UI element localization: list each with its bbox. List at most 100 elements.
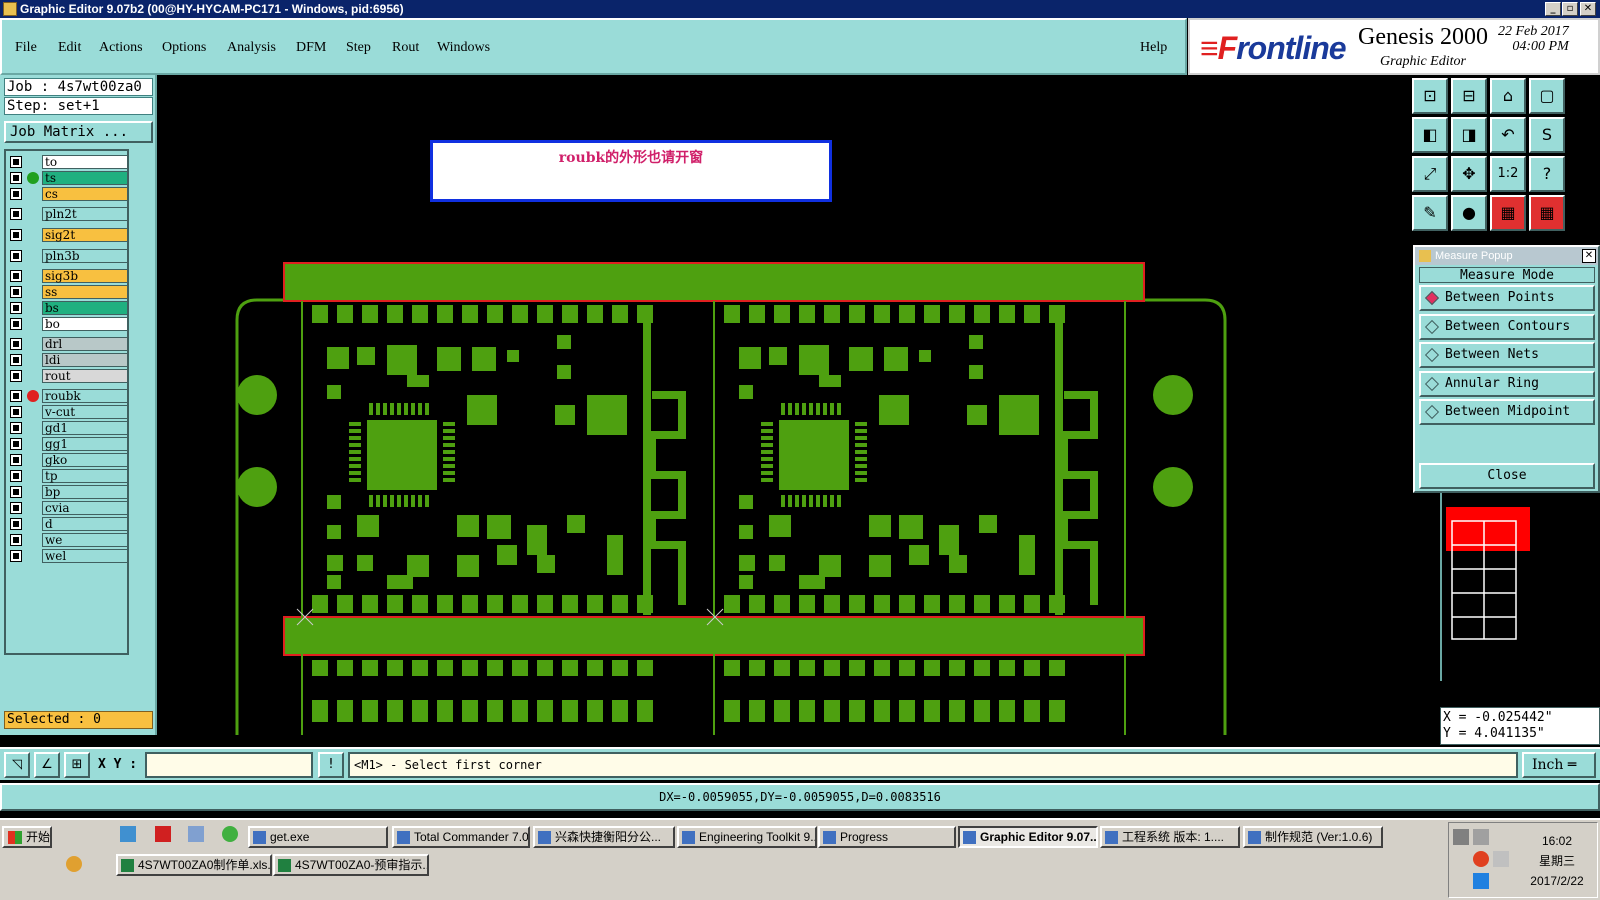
layer-row-pln2t[interactable]: pln2t bbox=[8, 207, 128, 221]
close-button[interactable]: ✕ bbox=[1580, 2, 1596, 16]
measure-popup-close-icon[interactable]: ✕ bbox=[1582, 249, 1596, 263]
pan-left-icon[interactable]: ◧ bbox=[1412, 117, 1448, 153]
taskbar-item[interactable]: 兴森快捷衡阳分公... bbox=[533, 826, 675, 848]
layer-row-ldi[interactable]: ldi bbox=[8, 353, 128, 367]
menu-step[interactable]: Step bbox=[346, 40, 371, 56]
layer-row-cvia[interactable]: cvia bbox=[8, 501, 128, 515]
window-icon[interactable]: ▢ bbox=[1529, 78, 1565, 114]
menu-actions[interactable]: Actions bbox=[99, 40, 143, 56]
layer-name[interactable]: sig3b bbox=[42, 269, 128, 283]
layer-checkbox[interactable] bbox=[10, 354, 22, 366]
tray-printer-icon[interactable] bbox=[1453, 829, 1469, 845]
menu-rout[interactable]: Rout bbox=[392, 40, 419, 56]
measure-popup-title[interactable]: Measure Popup bbox=[1415, 247, 1598, 265]
zoom-out-icon[interactable]: ⊟ bbox=[1451, 78, 1487, 114]
measure-close-button[interactable]: Close bbox=[1419, 463, 1595, 489]
layer-checkbox[interactable] bbox=[10, 302, 22, 314]
units-selector[interactable]: Inch ═ bbox=[1522, 752, 1596, 778]
quicklaunch-app-icon[interactable] bbox=[66, 856, 82, 872]
taskbar-item[interactable]: Progress bbox=[818, 826, 956, 848]
snap-mode-icon[interactable]: ◹ bbox=[4, 752, 30, 778]
quicklaunch-calc-icon[interactable] bbox=[188, 826, 204, 842]
layer-checkbox[interactable] bbox=[10, 518, 22, 530]
warning-button[interactable]: ! bbox=[318, 752, 344, 778]
layer-name[interactable]: bo bbox=[42, 317, 128, 331]
grid-icon[interactable]: ⊞ bbox=[64, 752, 90, 778]
quicklaunch-pdf-icon[interactable] bbox=[155, 826, 171, 842]
layer-checkbox[interactable] bbox=[10, 550, 22, 562]
layer-row-ts[interactable]: ts bbox=[8, 171, 128, 185]
menu-file[interactable]: File bbox=[15, 40, 37, 56]
center-icon[interactable]: ✥ bbox=[1451, 156, 1487, 192]
layer-row-gg1[interactable]: gg1 bbox=[8, 437, 128, 451]
taskbar-item[interactable]: 4S7WT00ZA0-预审指示... bbox=[273, 854, 429, 876]
layer-name[interactable]: bs bbox=[42, 301, 128, 315]
taskbar-item[interactable]: 4S7WT00ZA0制作单.xls... bbox=[116, 854, 272, 876]
layer-name[interactable]: ldi bbox=[42, 353, 128, 367]
layer-checkbox[interactable] bbox=[10, 486, 22, 498]
menu-options[interactable]: Options bbox=[162, 40, 206, 56]
measure-option[interactable]: Annular Ring bbox=[1419, 370, 1595, 397]
layer-name[interactable]: gko bbox=[42, 453, 128, 467]
layer-row-cs[interactable]: cs bbox=[8, 187, 128, 201]
quicklaunch-browser-icon[interactable] bbox=[222, 826, 238, 842]
layer-name[interactable]: v-cut bbox=[42, 405, 128, 419]
layer-name[interactable]: gg1 bbox=[42, 437, 128, 451]
job-matrix-button[interactable]: Job Matrix ... bbox=[4, 121, 153, 143]
minimize-button[interactable]: _ bbox=[1545, 2, 1561, 16]
layer-name[interactable]: tp bbox=[42, 469, 128, 483]
start-button[interactable]: 开始 bbox=[2, 826, 52, 848]
layer-name[interactable]: bp bbox=[42, 485, 128, 499]
layer-name[interactable]: roubk bbox=[42, 389, 128, 403]
layer-checkbox[interactable] bbox=[10, 534, 22, 546]
layer-row-wel[interactable]: wel bbox=[8, 549, 128, 563]
menu-analysis[interactable]: Analysis bbox=[227, 40, 276, 56]
layer-checkbox[interactable] bbox=[10, 422, 22, 434]
taskbar-item[interactable]: Graphic Editor 9.07... bbox=[958, 826, 1098, 848]
layer-name[interactable]: pln3b bbox=[42, 249, 128, 263]
tray-volume-icon[interactable] bbox=[1493, 851, 1509, 867]
layer-checkbox[interactable] bbox=[10, 454, 22, 466]
menu-edit[interactable]: Edit bbox=[58, 40, 81, 56]
layer-name[interactable]: we bbox=[42, 533, 128, 547]
zoom-in-icon[interactable]: ⊡ bbox=[1412, 78, 1448, 114]
measure-option[interactable]: Between Points bbox=[1419, 285, 1595, 311]
layer-checkbox[interactable] bbox=[10, 229, 22, 241]
undo-icon[interactable]: ↶ bbox=[1490, 117, 1526, 153]
taskbar-item[interactable]: get.exe bbox=[248, 826, 388, 848]
home-icon[interactable]: ⌂ bbox=[1490, 78, 1526, 114]
tray-app-icon[interactable] bbox=[1473, 851, 1489, 867]
taskbar-item[interactable]: 工程系统 版本: 1.... bbox=[1100, 826, 1240, 848]
scale-icon[interactable]: 1:2 bbox=[1490, 156, 1526, 192]
layer-name[interactable]: ss bbox=[42, 285, 128, 299]
layer-row-bp[interactable]: bp bbox=[8, 485, 128, 499]
measure-icon[interactable]: ✎ bbox=[1412, 195, 1448, 231]
measure-option[interactable]: Between Midpoint bbox=[1419, 399, 1595, 425]
layer-name[interactable]: gd1 bbox=[42, 421, 128, 435]
layer-checkbox[interactable] bbox=[10, 172, 22, 184]
layers-icon[interactable]: ▦ bbox=[1490, 195, 1526, 231]
layer-checkbox[interactable] bbox=[10, 502, 22, 514]
layer-checkbox[interactable] bbox=[10, 270, 22, 282]
quicklaunch-network-icon[interactable] bbox=[120, 826, 136, 842]
layer-checkbox[interactable] bbox=[10, 370, 22, 382]
snap-icon[interactable]: ● bbox=[1451, 195, 1487, 231]
layer-checkbox[interactable] bbox=[10, 338, 22, 350]
menu-dfm[interactable]: DFM bbox=[296, 40, 326, 56]
layer-row-gko[interactable]: gko bbox=[8, 453, 128, 467]
layer-row-gd1[interactable]: gd1 bbox=[8, 421, 128, 435]
angle-mode-icon[interactable]: ∠ bbox=[34, 752, 60, 778]
layer-checkbox[interactable] bbox=[10, 390, 22, 402]
pan-right-icon[interactable]: ◨ bbox=[1451, 117, 1487, 153]
layer-checkbox[interactable] bbox=[10, 318, 22, 330]
layer-checkbox[interactable] bbox=[10, 438, 22, 450]
taskbar-item[interactable]: Engineering Toolkit 9.... bbox=[677, 826, 817, 848]
measure-option[interactable]: Between Nets bbox=[1419, 342, 1595, 368]
layer-name[interactable]: ts bbox=[42, 171, 128, 185]
layers2-icon[interactable]: ▦ bbox=[1529, 195, 1565, 231]
clock[interactable]: 16:02 星期三 2017/2/22 bbox=[1519, 831, 1595, 891]
layer-row-tp[interactable]: tp bbox=[8, 469, 128, 483]
layer-row-pln3b[interactable]: pln3b bbox=[8, 249, 128, 263]
taskbar-item[interactable]: 制作规范 (Ver:1.0.6) bbox=[1243, 826, 1383, 848]
graphic-canvas[interactable]: roubk的外形也请开窗 bbox=[157, 75, 1440, 735]
